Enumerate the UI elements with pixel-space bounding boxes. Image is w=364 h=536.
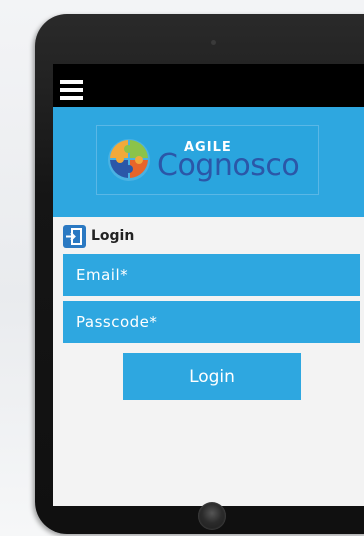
login-button[interactable]: Login: [123, 353, 301, 400]
puzzle-logo-icon: [108, 139, 150, 181]
app-logo: AGILE Cognosco: [96, 125, 319, 195]
tablet-device-frame: AGILE Cognosco Login Email* Login: [35, 14, 364, 534]
hamburger-menu-icon[interactable]: [60, 80, 83, 100]
passcode-field[interactable]: [63, 301, 360, 343]
logo-name-text: Cognosco: [157, 148, 300, 183]
login-form: Login Login: [53, 217, 364, 506]
home-button[interactable]: [198, 502, 226, 530]
page-background: AGILE Cognosco Login Email* Login: [0, 0, 364, 536]
email-field[interactable]: [63, 254, 360, 296]
login-heading: Login: [63, 223, 134, 249]
login-heading-text: Login: [91, 228, 135, 244]
app-screen: AGILE Cognosco Login Email* Login: [53, 64, 364, 506]
header-banner: AGILE Cognosco: [53, 107, 364, 217]
top-bar: [53, 64, 364, 107]
camera-icon: [211, 40, 216, 45]
login-door-icon: [63, 224, 86, 248]
